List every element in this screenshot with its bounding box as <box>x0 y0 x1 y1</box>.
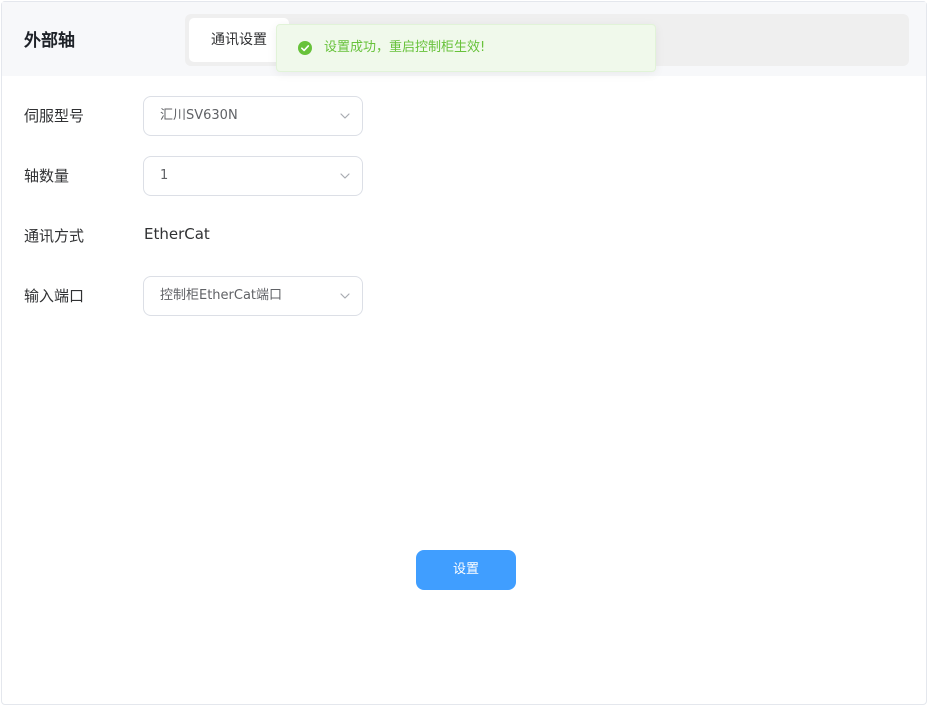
servo-model-value: 汇川SV630N <box>160 108 238 123</box>
form-row-input-port: 输入端口 控制柜EtherCat端口 <box>2 276 926 316</box>
axis-count-select[interactable]: 1 <box>143 156 363 196</box>
form-row-servo-model: 伺服型号 汇川SV630N <box>2 96 926 136</box>
chevron-down-icon <box>340 293 350 299</box>
input-port-value: 控制柜EtherCat端口 <box>160 288 283 303</box>
form-row-comm-mode: 通讯方式 EtherCat <box>2 216 926 256</box>
tab-comm-settings[interactable]: 通讯设置 <box>189 18 289 62</box>
axis-count-value: 1 <box>160 168 169 183</box>
input-port-select[interactable]: 控制柜EtherCat端口 <box>143 276 363 316</box>
chevron-down-icon <box>340 173 350 179</box>
external-axis-panel: 外部轴 通讯设置 设置成功，重启控制柜生效! 伺服型号 汇川SV630N 轴数量… <box>1 1 927 705</box>
success-toast: 设置成功，重启控制柜生效! <box>276 24 656 72</box>
form-row-axis-count: 轴数量 1 <box>2 156 926 196</box>
servo-model-label: 伺服型号 <box>24 107 85 125</box>
page-title: 外部轴 <box>24 31 75 51</box>
check-circle-icon <box>298 41 312 55</box>
axis-count-label: 轴数量 <box>24 167 70 185</box>
toast-message: 设置成功，重启控制柜生效! <box>324 40 486 55</box>
servo-model-select[interactable]: 汇川SV630N <box>143 96 363 136</box>
submit-button[interactable]: 设置 <box>416 550 516 590</box>
chevron-down-icon <box>340 113 350 119</box>
input-port-label: 输入端口 <box>24 287 85 305</box>
comm-mode-value: EtherCat <box>144 225 210 243</box>
comm-mode-label: 通讯方式 <box>24 227 85 245</box>
